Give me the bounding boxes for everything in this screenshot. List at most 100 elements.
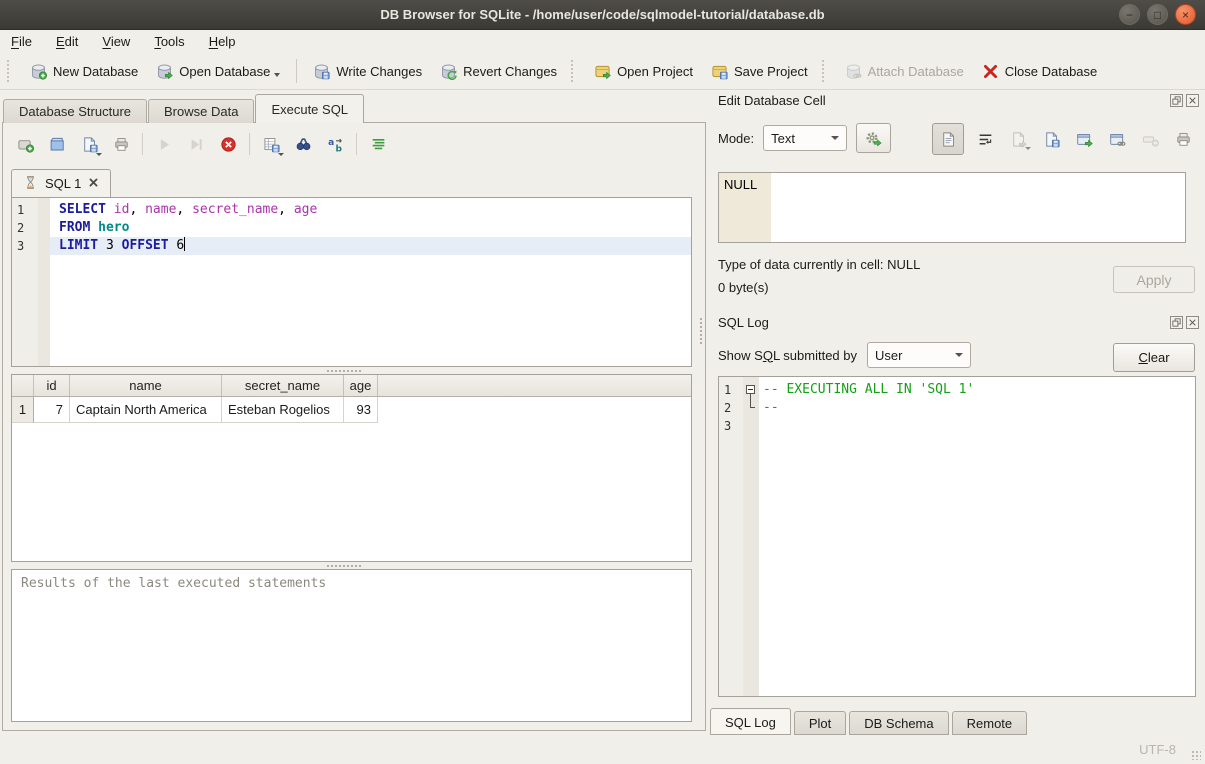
menubar: File Edit View Tools Help — [0, 30, 1205, 53]
toolbar-button-label: Write Changes — [336, 64, 422, 79]
fold-collapse-icon[interactable] — [746, 385, 755, 394]
save-sql-file-button[interactable] — [76, 131, 102, 157]
fold-margin — [38, 201, 50, 219]
panel-splitter[interactable] — [700, 318, 702, 344]
toolbar-separator — [249, 133, 250, 155]
text-mode-icon — [940, 131, 957, 148]
hourglass-icon — [23, 175, 38, 193]
splitter-handle[interactable] — [327, 370, 361, 372]
tab-execute-sql[interactable]: Execute SQL — [255, 94, 364, 123]
sql-tab[interactable]: SQL 1 — [11, 169, 111, 197]
table-cell[interactable]: 93 — [344, 397, 378, 423]
replace-button[interactable]: ab — [322, 131, 348, 157]
chevron-down-icon — [96, 153, 102, 156]
sql-editor-toolbar: ab — [12, 131, 397, 157]
column-header-id[interactable]: id — [34, 375, 70, 396]
fold-margin — [38, 237, 50, 255]
sql-log-view[interactable]: 1-- EXECUTING ALL IN 'SQL 1'2--3 — [718, 376, 1196, 697]
fold-margin — [743, 381, 759, 399]
code-text: SELECT id, name, secret_name, age — [50, 201, 691, 219]
print-button[interactable] — [108, 131, 134, 157]
sql-code-editor[interactable]: 1SELECT id, name, secret_name, age2 FROM … — [11, 197, 692, 367]
menu-file[interactable]: File — [11, 34, 32, 49]
menu-tools[interactable]: Tools — [154, 34, 184, 49]
bottom-tab-sql-log[interactable]: SQL Log — [710, 708, 791, 735]
project-open-icon — [594, 63, 611, 80]
log-text — [759, 417, 1195, 435]
bottom-tabbar: SQL LogPlotDB SchemaRemote — [710, 708, 1030, 735]
new-database-button[interactable]: New Database — [21, 58, 147, 85]
tab-database-structure[interactable]: Database Structure — [3, 99, 147, 123]
maximize-button[interactable]: □ — [1147, 4, 1168, 25]
close-button[interactable]: × — [1175, 4, 1196, 25]
stop-icon — [220, 136, 237, 153]
table-cell[interactable]: 7 — [34, 397, 70, 423]
results-table[interactable]: idnamesecret_nameage17Captain North Amer… — [11, 374, 692, 562]
copy-link-button[interactable] — [1105, 126, 1129, 152]
mode-combobox[interactable]: Text — [763, 125, 847, 151]
bottom-tab-remote[interactable]: Remote — [952, 711, 1028, 735]
write-changes-button[interactable]: Write Changes — [304, 58, 431, 85]
resize-grip[interactable] — [1191, 750, 1201, 760]
word-wrap-button[interactable] — [973, 126, 997, 152]
close-database-button[interactable]: Close Database — [973, 58, 1107, 85]
sql-log-dock-header: SQL Log — [718, 315, 1199, 330]
open-database-button[interactable]: Open Database — [147, 58, 289, 85]
corner-header-cell[interactable] — [12, 375, 34, 396]
table-row[interactable]: 17Captain North AmericaEsteban Rogelios9… — [12, 397, 691, 423]
splitter-handle[interactable] — [327, 565, 361, 567]
column-header-name[interactable]: name — [70, 375, 222, 396]
mode-value: Text — [771, 131, 795, 146]
toolbar-handle[interactable] — [822, 60, 831, 82]
print-cell-button[interactable] — [1171, 126, 1195, 152]
new-sql-tab-button[interactable] — [12, 131, 38, 157]
import-data-icon — [1010, 131, 1027, 148]
save-project-button[interactable]: Save Project — [702, 58, 817, 85]
menu-edit[interactable]: Edit — [56, 34, 78, 49]
column-header-secret_name[interactable]: secret_name — [222, 375, 344, 396]
minimize-button[interactable]: − — [1119, 4, 1140, 25]
find-button[interactable] — [290, 131, 316, 157]
float-dock-icon[interactable] — [1170, 316, 1183, 329]
clear-button[interactable]: Clear — [1113, 343, 1195, 372]
filter-combobox[interactable]: User — [867, 342, 971, 368]
cell-value-editor[interactable]: NULL — [718, 172, 1186, 243]
export-results-button[interactable] — [258, 131, 284, 157]
toolbar-handle[interactable] — [571, 60, 580, 82]
open-sql-file-button[interactable] — [44, 131, 70, 157]
open-external-button[interactable] — [1072, 126, 1096, 152]
table-cell[interactable]: Esteban Rogelios — [222, 397, 344, 423]
table-cell[interactable]: Captain North America — [70, 397, 222, 423]
code-text: FROM hero — [50, 219, 691, 237]
mode-label: Mode: — [718, 131, 754, 146]
edit-cell-dock-header: Edit Database Cell — [718, 93, 1199, 108]
menu-help[interactable]: Help — [209, 34, 236, 49]
menu-view[interactable]: View — [102, 34, 130, 49]
log-line: 1-- EXECUTING ALL IN 'SQL 1' — [719, 381, 1195, 399]
execute-all-icon — [156, 136, 173, 153]
stop-button[interactable] — [215, 131, 241, 157]
tab-browse-data[interactable]: Browse Data — [148, 99, 254, 123]
toolbar-handle[interactable] — [7, 60, 16, 82]
titlebar[interactable]: DB Browser for SQLite - /home/user/code/… — [0, 0, 1205, 30]
row-number-cell[interactable]: 1 — [12, 397, 34, 423]
gear-apply-icon[interactable] — [856, 123, 891, 153]
bottom-tab-plot[interactable]: Plot — [794, 711, 846, 735]
column-header-age[interactable]: age — [344, 375, 378, 396]
close-tab-icon[interactable] — [88, 176, 99, 191]
svg-text:a: a — [328, 138, 334, 148]
apply-button[interactable]: Apply — [1113, 266, 1195, 293]
window-controls: −□ × — [1119, 4, 1196, 25]
text-mode-button[interactable] — [932, 123, 964, 155]
format-sql-button[interactable] — [365, 131, 391, 157]
close-dock-icon[interactable] — [1186, 316, 1199, 329]
revert-changes-button[interactable]: Revert Changes — [431, 58, 566, 85]
editor-line: 1SELECT id, name, secret_name, age — [12, 201, 691, 219]
export-data-button[interactable] — [1039, 126, 1063, 152]
float-dock-icon[interactable] — [1170, 94, 1183, 107]
close-dock-icon[interactable] — [1186, 94, 1199, 107]
bottom-tab-db-schema[interactable]: DB Schema — [849, 711, 948, 735]
open-project-button[interactable]: Open Project — [585, 58, 702, 85]
import-data-button — [1006, 126, 1030, 152]
line-number: 2 — [12, 219, 38, 237]
